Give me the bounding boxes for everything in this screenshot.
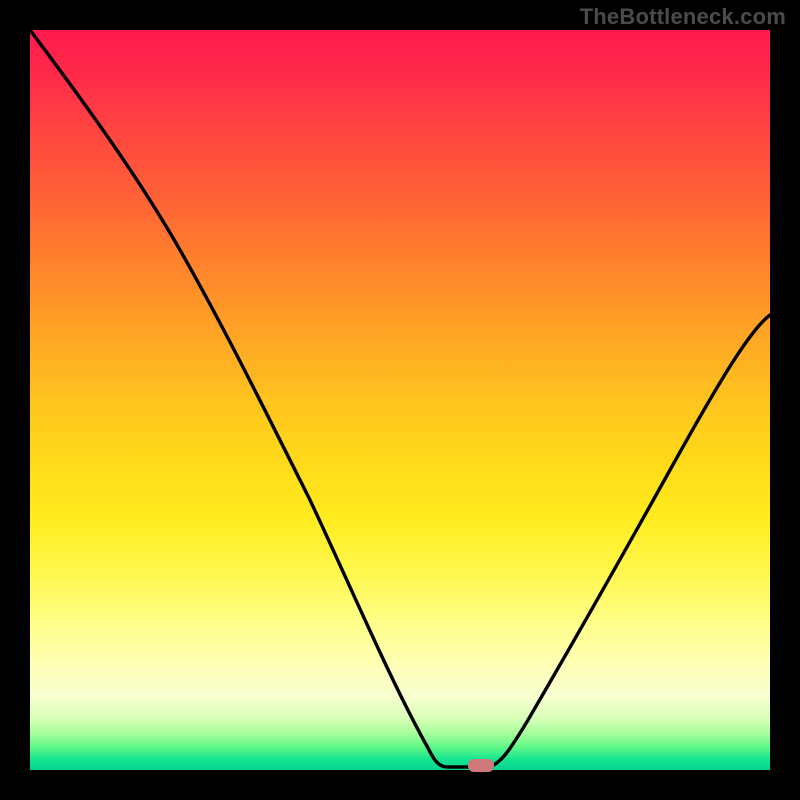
plot-area bbox=[30, 30, 770, 770]
bottleneck-curve bbox=[30, 30, 770, 770]
chart-frame: TheBottleneck.com bbox=[0, 0, 800, 800]
optimal-marker bbox=[468, 759, 494, 772]
curve-path bbox=[30, 30, 770, 767]
watermark-text: TheBottleneck.com bbox=[580, 4, 786, 30]
